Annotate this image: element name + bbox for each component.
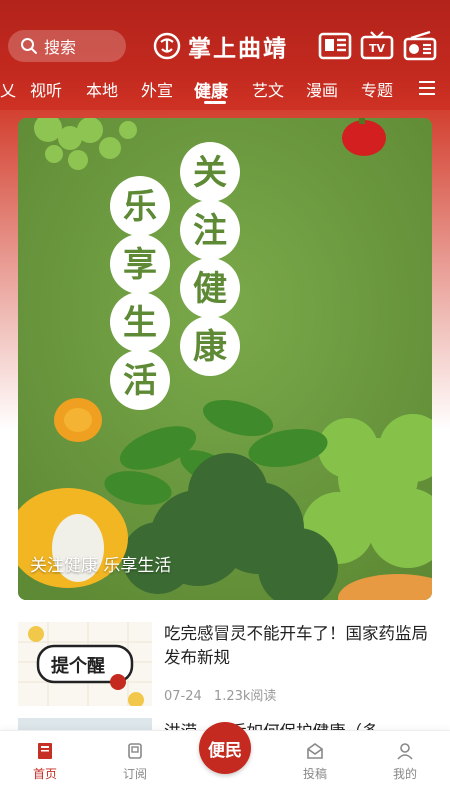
category-tabs: 乂 视听 本地 外宣 健康 艺文 漫画 专题: [0, 70, 450, 110]
menu-icon[interactable]: [418, 80, 436, 96]
headline-char: 康: [193, 327, 227, 367]
subscribe-icon: [128, 743, 142, 759]
headline-char: 注: [193, 211, 227, 251]
logo-seal-icon: [153, 32, 181, 60]
tab-local[interactable]: 本地: [86, 77, 118, 101]
headline-char: 生: [123, 303, 157, 343]
active-tab-indicator: [204, 101, 226, 104]
headline-char: 乐: [123, 187, 157, 227]
logo-text: 掌上曲靖: [188, 35, 288, 62]
tab-arts[interactable]: 艺文: [252, 77, 284, 101]
news-reads: 1.23k阅读: [213, 689, 277, 704]
news-title: 吃完感冒灵不能开车了！国家药监局发布新规: [164, 624, 428, 667]
nav-profile[interactable]: 我的: [375, 741, 435, 782]
news-item[interactable]: 提个醒 吃完感冒灵不能开车了！国家药监局发布新规 07-24 1.23k阅读: [18, 622, 432, 706]
convenience-button[interactable]: 便民: [199, 722, 251, 774]
news-date: 07-24: [164, 689, 202, 704]
app-logo: 掌上曲靖: [152, 28, 288, 64]
headline-char: 活: [123, 361, 157, 401]
news-thumbnail: 提个醒: [18, 622, 152, 706]
tab-partial[interactable]: 乂: [0, 77, 16, 101]
nav-label: 订阅: [122, 767, 147, 781]
nav-label: 首页: [32, 767, 57, 781]
featured-banner[interactable]: 乐 享 生 活 关 注 健 康 关注健康 乐享生活: [18, 118, 432, 600]
headline-char: 健: [193, 269, 227, 309]
newspaper-icon[interactable]: [318, 30, 352, 62]
headline-char: 关: [193, 153, 227, 193]
search-bar[interactable]: 搜索: [8, 30, 126, 62]
tab-comics[interactable]: 漫画: [306, 77, 338, 101]
banner-caption: 关注健康 乐享生活: [30, 556, 172, 576]
tab-video[interactable]: 视听: [30, 77, 62, 101]
tab-topics[interactable]: 专题: [361, 77, 393, 101]
tv-label: TV: [369, 42, 386, 55]
nav-label: 我的: [392, 767, 417, 781]
banner-illustration: 乐 享 生 活 关 注 健 康: [18, 118, 432, 600]
tv-icon[interactable]: TV: [360, 30, 394, 62]
profile-icon: [397, 743, 413, 760]
nav-submit[interactable]: 投稿: [285, 741, 345, 782]
nav-subscribe[interactable]: 订阅: [105, 741, 165, 782]
home-icon: [38, 743, 52, 759]
thumbnail-text: 提个醒: [51, 655, 105, 677]
submit-icon: [307, 743, 323, 759]
tab-health[interactable]: 健康: [194, 77, 228, 102]
news-meta: 07-24 1.23k阅读: [164, 685, 276, 704]
search-icon: [21, 38, 37, 54]
headline-char: 享: [123, 245, 157, 285]
radio-icon[interactable]: [403, 30, 437, 62]
nav-label: 投稿: [302, 767, 327, 781]
search-label: 搜索: [44, 38, 77, 57]
tab-external[interactable]: 外宣: [141, 77, 173, 101]
nav-home[interactable]: 首页: [15, 741, 75, 782]
